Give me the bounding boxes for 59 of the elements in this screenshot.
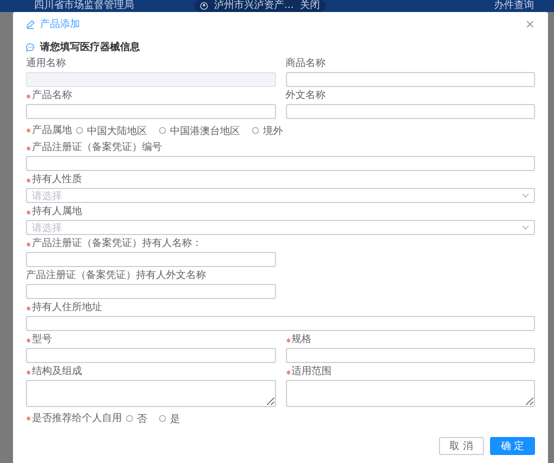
text-field[interactable]: [26, 316, 535, 331]
text-field[interactable]: [286, 104, 535, 119]
text-field[interactable]: [26, 348, 276, 363]
required-icon: [26, 210, 31, 214]
radio-circle[interactable]: [159, 127, 166, 134]
user-icon: [200, 2, 208, 10]
required-icon: [26, 178, 31, 182]
field-label: 持有人住所地址: [26, 302, 535, 314]
cancel-button[interactable]: 取 消: [438, 437, 484, 455]
radio-label[interactable]: 中国大陆地区: [87, 124, 147, 138]
radio-circle[interactable]: [159, 415, 166, 422]
required-icon: [26, 242, 31, 246]
text-field[interactable]: [26, 104, 276, 119]
radio-circle[interactable]: [252, 127, 259, 134]
text-area[interactable]: [286, 380, 535, 407]
dialog-title: 产品添加: [40, 18, 81, 31]
required-icon: [26, 338, 31, 342]
field-label: 产品注册证（备案凭证）持有人外文名称: [26, 270, 207, 282]
pen-icon: [26, 20, 35, 28]
field-label: 产品注册证（备案凭证）编号: [26, 142, 535, 154]
text-field[interactable]: [286, 72, 535, 87]
required-icon: [26, 94, 31, 98]
radio-label[interactable]: 境外: [263, 124, 283, 138]
field-label: 结构及组成: [26, 366, 276, 378]
field-label: 通用名称: [26, 58, 67, 70]
required-icon: [26, 416, 31, 421]
field-label: 外文名称: [286, 90, 326, 102]
radio-circle[interactable]: [76, 127, 83, 134]
field-label: 产品注册证（备案凭证）持有人名称：: [26, 238, 276, 250]
required-icon: [26, 306, 31, 310]
required-icon: [26, 146, 31, 150]
field-label: 持有人性质: [26, 174, 535, 186]
field-label: 持有人属地: [26, 206, 535, 218]
radio-label[interactable]: 是: [170, 412, 180, 426]
required-icon: [26, 128, 31, 133]
field-label: 商品名称: [286, 58, 326, 70]
field-label: 型号: [26, 334, 276, 346]
confirm-button[interactable]: 确 定: [490, 437, 535, 455]
required-icon: [26, 370, 31, 374]
radio-label[interactable]: 否: [137, 412, 147, 426]
text-field[interactable]: [26, 252, 276, 267]
section-title: 请您填写医疗器械信息: [40, 40, 140, 54]
text-field[interactable]: [286, 348, 535, 363]
chevron-down-icon: [522, 225, 529, 230]
field-label: 产品名称: [26, 90, 276, 102]
radio-label[interactable]: 中国港澳台地区: [170, 124, 240, 138]
required-icon: [286, 338, 290, 342]
field-label: 适用范围: [286, 366, 535, 378]
field-label: 产品属地: [26, 124, 72, 136]
query-link[interactable]: 办件查询: [494, 0, 534, 12]
chat-bubble-icon: [26, 42, 35, 52]
text-area[interactable]: [26, 380, 276, 407]
radio-circle[interactable]: [126, 415, 133, 422]
chevron-down-icon: [522, 193, 529, 198]
required-icon: [286, 370, 290, 374]
field-label: 是否推荐给个人自用: [26, 412, 122, 424]
text-field[interactable]: [26, 284, 276, 299]
text-field[interactable]: [26, 156, 535, 171]
field-label: 规格: [286, 334, 535, 346]
